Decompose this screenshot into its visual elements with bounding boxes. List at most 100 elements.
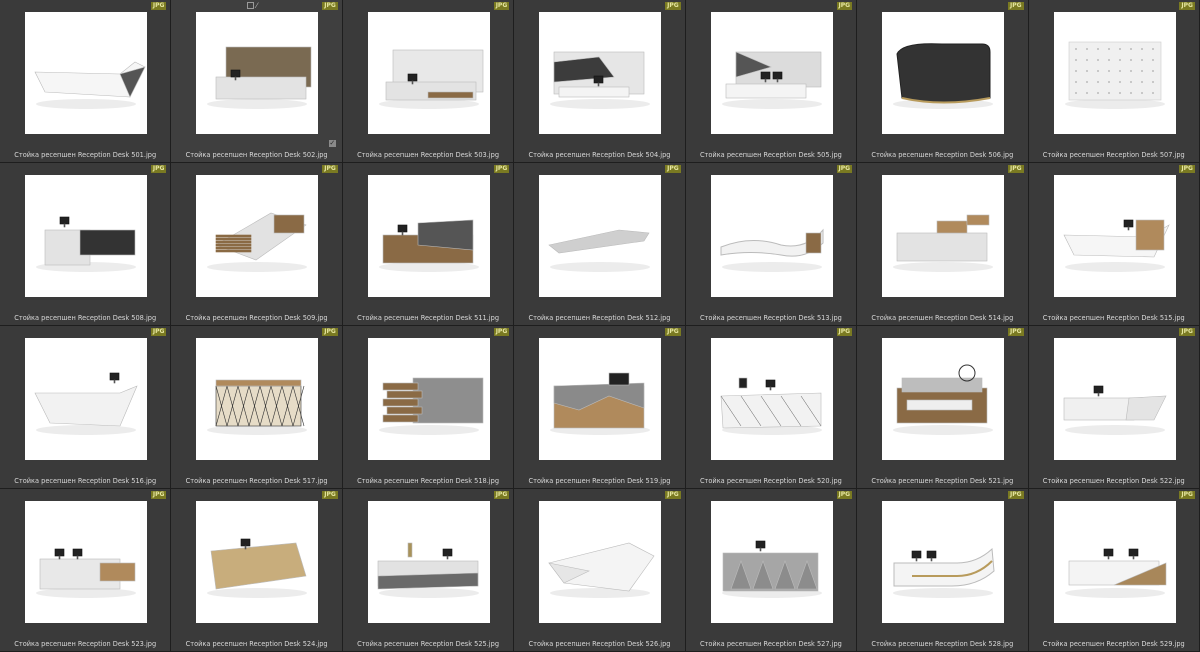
- file-type-badge: JPG: [150, 165, 167, 173]
- file-type-badge: JPG: [665, 165, 681, 173]
- thumbnail-image[interactable]: [25, 175, 147, 297]
- file-name-label: Стойка ресепшен Reception Desk 528.jpg: [871, 640, 1014, 648]
- file-type-badge: JPG: [836, 491, 853, 499]
- thumbnail-image[interactable]: [539, 338, 662, 460]
- thumbnail-item[interactable]: JPG Стойка ресепшен Reception Desk 529.jp…: [1028, 489, 1200, 652]
- thumbnail-image[interactable]: [710, 175, 833, 297]
- thumbnail-image[interactable]: [710, 501, 833, 623]
- thumbnail-image[interactable]: [710, 338, 833, 460]
- thumbnail-image[interactable]: [882, 175, 1005, 297]
- file-name-label: Стойка ресепшен Reception Desk 513.jpg: [699, 314, 842, 322]
- file-name-label: Стойка ресепшен Reception Desk 507.jpg: [1042, 151, 1185, 159]
- file-name-label: Стойка ресепшен Reception Desk 527.jpg: [699, 640, 842, 648]
- thumbnail-item[interactable]: JPG Стойка ресепшен Reception Desk 520.jp…: [685, 326, 858, 489]
- thumbnail-image[interactable]: [367, 338, 490, 460]
- file-type-badge: JPG: [493, 165, 510, 173]
- file-name-label: Стойка ресепшен Reception Desk 525.jpg: [357, 640, 500, 648]
- file-name-label: Стойка ресепшен Reception Desk 504.jpg: [528, 151, 671, 159]
- file-name-label: Стойка ресепшен Reception Desk 508.jpg: [14, 314, 157, 322]
- file-type-badge: JPG: [1179, 328, 1195, 336]
- thumbnail-item[interactable]: JPG Стойка ресепшен Reception Desk 517.jp…: [171, 326, 343, 489]
- thumbnail-image[interactable]: [196, 175, 319, 297]
- file-type-badge: JPG: [1179, 491, 1195, 499]
- thumbnail-image[interactable]: [882, 12, 1005, 134]
- file-type-badge: JPG: [493, 2, 510, 10]
- file-name-label: Стойка ресепшен Reception Desk 514.jpg: [871, 314, 1014, 322]
- thumbnail-item[interactable]: JPG Стойка ресепшен Reception Desk 507.jp…: [1028, 0, 1200, 163]
- thumbnail-item[interactable]: JPG Стойка ресепшен Reception Desk 504.jp…: [514, 0, 686, 163]
- file-name-label: Стойка ресепшен Reception Desk 517.jpg: [185, 477, 328, 485]
- thumbnail-item[interactable]: JPG Стойка ресепшен Reception Desk 511.jp…: [342, 163, 515, 326]
- thumbnail-item[interactable]: JPG Стойка ресепшен Reception Desk 526.jp…: [514, 489, 686, 652]
- file-type-badge: JPG: [322, 2, 338, 10]
- file-type-badge: JPG: [836, 328, 853, 336]
- thumbnail-item[interactable]: JPG Стойка ресепшен Reception Desk 521.jp…: [857, 326, 1029, 489]
- file-type-badge: JPG: [322, 165, 338, 173]
- thumbnail-image[interactable]: [539, 501, 662, 623]
- thumbnail-item[interactable]: JPG Стойка ресепшен Reception Desk 513.jp…: [685, 163, 858, 326]
- file-type-badge: JPG: [322, 491, 338, 499]
- thumbnail-item[interactable]: JPG Стойка ресепшен Reception Desk 501.jp…: [0, 0, 172, 163]
- edit-icon[interactable]: ∕: [256, 2, 263, 10]
- thumbnail-image[interactable]: [196, 12, 319, 134]
- thumbnail-image[interactable]: [367, 175, 490, 297]
- checkbox-icon[interactable]: ✓: [328, 140, 336, 147]
- file-type-badge: JPG: [836, 2, 853, 10]
- file-type-badge: JPG: [1007, 328, 1024, 336]
- thumbnail-item[interactable]: JPG Стойка ресепшен Reception Desk 522.jp…: [1028, 326, 1200, 489]
- file-type-badge: JPG: [1007, 165, 1024, 173]
- thumbnail-image[interactable]: [882, 338, 1005, 460]
- thumbnail-item[interactable]: JPG Стойка ресепшен Reception Desk 514.jp…: [857, 163, 1029, 326]
- file-name-label: Стойка ресепшен Reception Desk 520.jpg: [699, 477, 842, 485]
- thumbnail-image[interactable]: [1053, 338, 1176, 460]
- file-name-label: Стойка ресепшен Reception Desk 503.jpg: [357, 151, 500, 159]
- file-type-badge: JPG: [1179, 2, 1195, 10]
- file-type-badge: JPG: [493, 328, 510, 336]
- thumbnail-image[interactable]: [1053, 175, 1176, 297]
- thumbnail-image[interactable]: [367, 12, 490, 134]
- thumbnail-item[interactable]: JPG Стойка ресепшен Reception Desk 503.jp…: [342, 0, 515, 163]
- file-name-label: Стойка ресепшен Reception Desk 526.jpg: [528, 640, 671, 648]
- thumbnail-image[interactable]: [539, 175, 662, 297]
- thumbnail-item[interactable]: JPG Стойка ресепшен Reception Desk 506.jp…: [857, 0, 1029, 163]
- file-name-label: Стойка ресепшен Reception Desk 505.jpg: [699, 151, 842, 159]
- thumbnail-image[interactable]: [539, 12, 662, 134]
- thumbnail-image[interactable]: [367, 501, 490, 623]
- thumbnail-item[interactable]: JPG Стойка ресепшен Reception Desk 527.jp…: [685, 489, 858, 652]
- thumbnail-item[interactable]: JPG Стойка ресепшен Reception Desk 508.jp…: [0, 163, 172, 326]
- file-name-label: Стойка ресепшен Reception Desk 501.jpg: [14, 151, 157, 159]
- thumbnail-image[interactable]: [196, 501, 319, 623]
- thumbnail-image[interactable]: [710, 12, 833, 134]
- thumbnail-image[interactable]: [25, 12, 147, 134]
- thumbnail-item[interactable]: JPG Стойка ресепшен Reception Desk 516.jp…: [0, 326, 172, 489]
- thumbnail-item[interactable]: JPG Стойка ресепшен Reception Desk 519.jp…: [514, 326, 686, 489]
- thumbnail-item[interactable]: JPG Стойка ресепшен Reception Desk 518.jp…: [342, 326, 515, 489]
- thumbnail-item[interactable]: JPG Стойка ресепшен Reception Desk 509.jp…: [171, 163, 343, 326]
- thumbnail-image[interactable]: [882, 501, 1005, 623]
- thumbnail-item[interactable]: JPG Стойка ресепшен Reception Desk 525.jp…: [342, 489, 515, 652]
- thumbnail-item[interactable]: JPG Стойка ресепшен Reception Desk 528.jp…: [857, 489, 1029, 652]
- thumbnail-item[interactable]: JPG Стойка ресепшен Reception Desk 505.jp…: [685, 0, 858, 163]
- thumbnail-item[interactable]: JPG Стойка ресепшен Reception Desk 512.jp…: [514, 163, 686, 326]
- file-name-label: Стойка ресепшен Reception Desk 519.jpg: [528, 477, 671, 485]
- thumbnail-image[interactable]: [196, 338, 319, 460]
- file-type-badge: JPG: [665, 491, 681, 499]
- file-name-label: Стойка ресепшен Reception Desk 521.jpg: [871, 477, 1014, 485]
- thumbnail-item[interactable]: JPG Стойка ресепшен Reception Desk 523.jp…: [0, 489, 172, 652]
- file-type-badge: JPG: [836, 165, 853, 173]
- thumbnail-image[interactable]: [25, 338, 147, 460]
- thumbnail-image[interactable]: [25, 501, 147, 623]
- file-name-label: Стойка ресепшен Reception Desk 506.jpg: [871, 151, 1014, 159]
- thumbnail-item[interactable]: JPG Стойка ресепшен Reception Desk 515.jp…: [1028, 163, 1200, 326]
- thumbnail-item[interactable]: JPG Стойка ресепшен Reception Desk 524.jp…: [171, 489, 343, 652]
- thumbnail-grid: JPG Стойка ресепшен Reception Desk 501.jp…: [0, 0, 1200, 652]
- item-tools: ∕: [247, 2, 263, 10]
- file-name-label: Стойка ресепшен Reception Desk 502.jpg: [185, 151, 328, 159]
- thumbnail-image[interactable]: [1053, 501, 1176, 623]
- thumbnail-image[interactable]: [1053, 12, 1176, 134]
- file-type-badge: JPG: [1007, 491, 1024, 499]
- file-name-label: Стойка ресепшен Reception Desk 524.jpg: [185, 640, 328, 648]
- file-name-label: Стойка ресепшен Reception Desk 523.jpg: [14, 640, 157, 648]
- square-icon[interactable]: [247, 2, 255, 9]
- thumbnail-item[interactable]: JPG ∕ ✓ Стойка ресепшен Reception Desk 502.…: [171, 0, 343, 163]
